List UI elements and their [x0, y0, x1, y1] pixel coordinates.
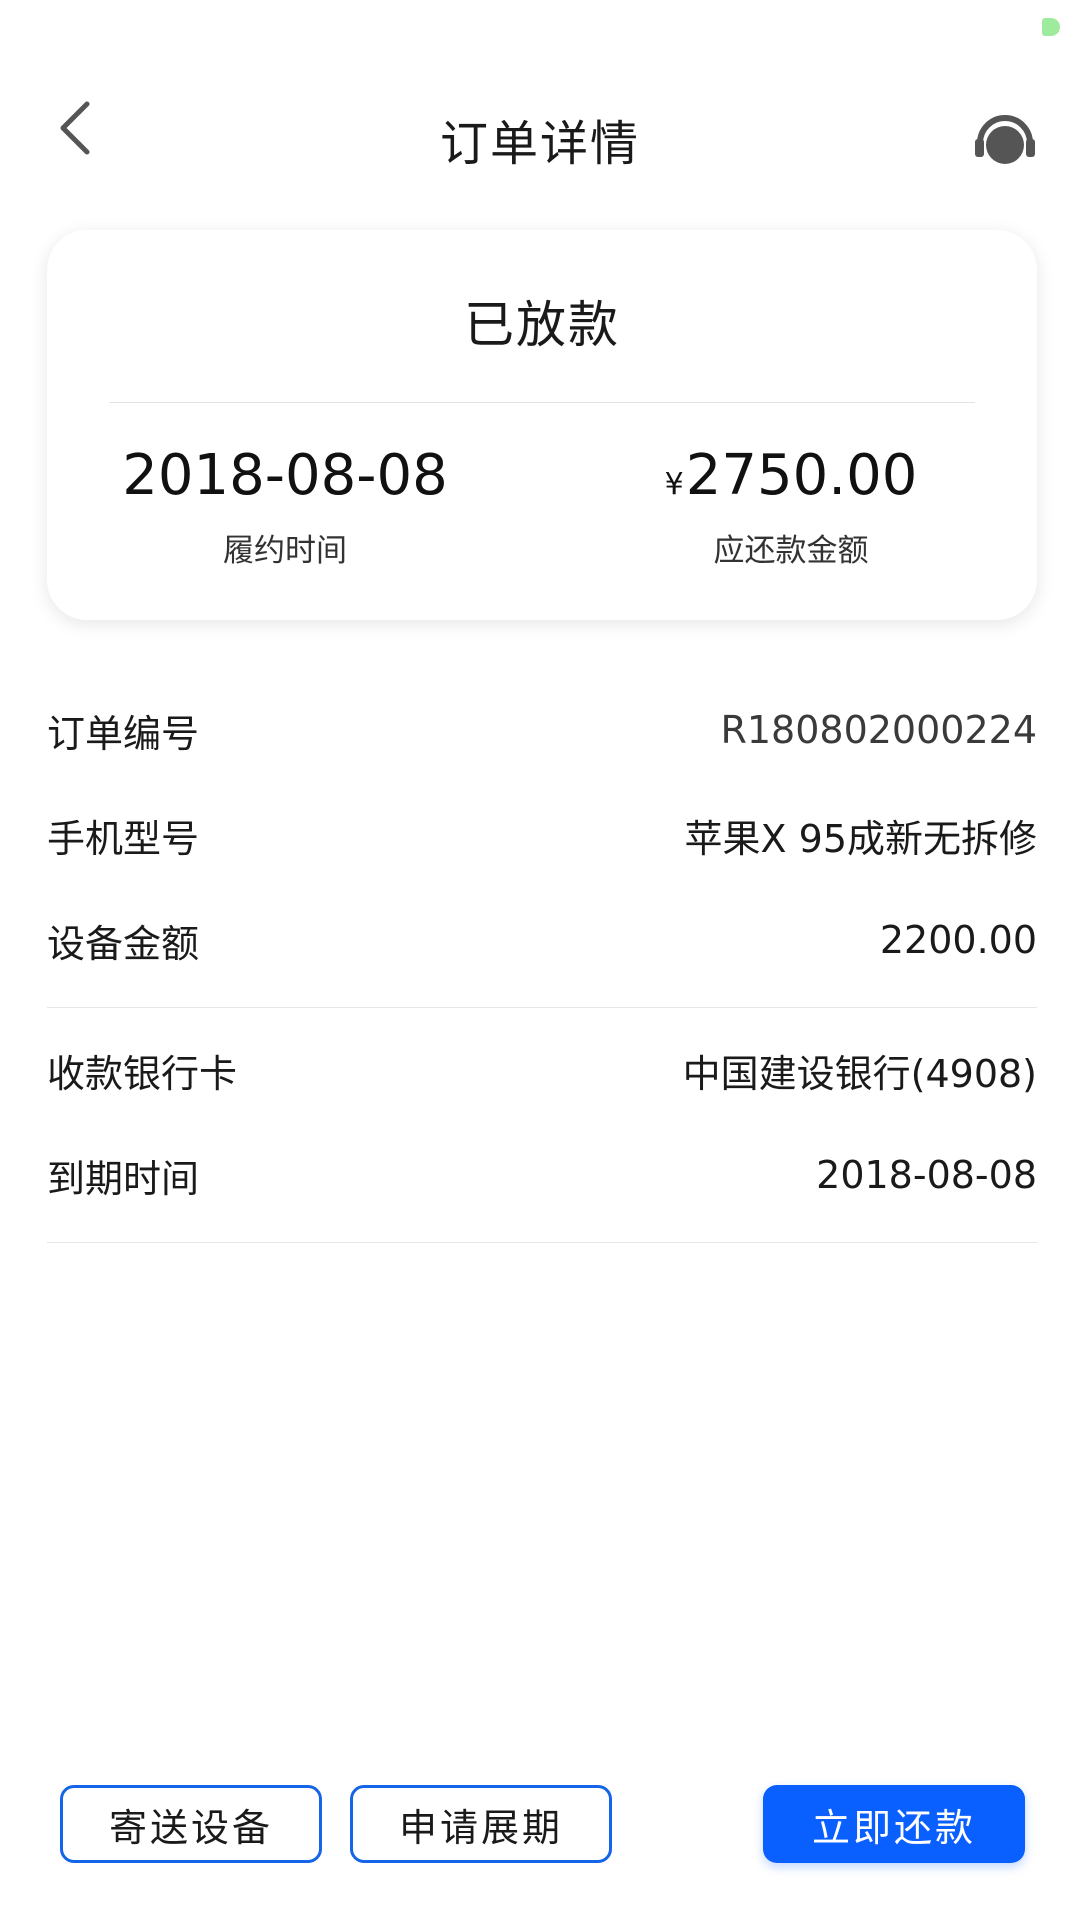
fulfillment-date-value: 2018-08-08	[122, 443, 448, 508]
loan-status: 已放款	[464, 296, 620, 354]
repay-now-button[interactable]: 立即还款	[763, 1785, 1025, 1863]
device-amount-label: 设备金额	[47, 921, 200, 966]
repayment-amount: ¥2750.00	[581, 445, 1001, 507]
fulfillment-date-label: 履约时间	[223, 532, 347, 569]
due-date-value: 2018-08-08	[816, 1153, 1037, 1197]
bank-card-value: 中国建设银行(4908)	[682, 1051, 1037, 1096]
apply-extension-button[interactable]: 申请展期	[350, 1785, 612, 1863]
phone-model-value: 苹果X 95成新无拆修	[684, 816, 1037, 861]
due-date-row: 到期时间 2018-08-08	[47, 1145, 1037, 1205]
device-amount-row: 设备金额 2200.00	[47, 910, 1037, 970]
device-amount-value: 2200.00	[879, 918, 1037, 962]
repayment-amount-label: 应还款金额	[713, 532, 869, 569]
top-navbar: 订单详情	[0, 70, 1080, 190]
card-divider	[109, 402, 975, 403]
due-date-label: 到期时间	[47, 1156, 200, 1201]
phone-model-row: 手机型号 苹果X 95成新无拆修	[47, 805, 1037, 865]
fulfillment-date-block: 2018-08-08 履约时间	[75, 445, 495, 570]
currency-symbol: ¥	[664, 467, 684, 502]
bank-card-row: 收款银行卡 中国建设银行(4908)	[47, 1040, 1037, 1100]
headset-icon	[975, 115, 1035, 164]
section-divider	[47, 1007, 1037, 1008]
order-detail-page: 订单详情 已放款 2018-08-08 履约时间 ¥2750.00 应还款金额 …	[0, 0, 1080, 1920]
order-number-label: 订单编号	[47, 711, 200, 756]
order-number-row: 订单编号 R180802000224	[47, 700, 1037, 760]
send-device-button[interactable]: 寄送设备	[60, 1785, 322, 1863]
loan-summary-card: 已放款 2018-08-08 履约时间 ¥2750.00 应还款金额	[47, 230, 1037, 620]
repayment-amount-value: 2750.00	[685, 443, 918, 508]
customer-service-button[interactable]	[970, 102, 1040, 172]
page-title: 订单详情	[439, 116, 640, 172]
status-indicator	[1042, 18, 1060, 36]
order-number-value: R180802000224	[720, 708, 1037, 752]
section-divider	[47, 1242, 1037, 1243]
repayment-amount-block: ¥2750.00 应还款金额	[581, 445, 1001, 570]
bank-card-label: 收款银行卡	[47, 1051, 238, 1096]
phone-model-label: 手机型号	[47, 816, 200, 861]
